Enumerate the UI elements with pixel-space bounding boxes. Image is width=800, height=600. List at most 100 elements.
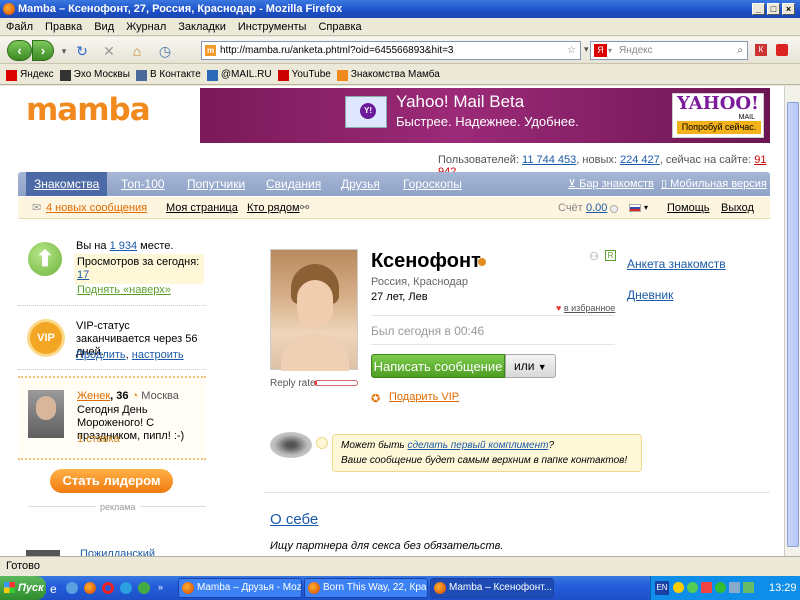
clock[interactable]: 13:29 <box>769 576 797 600</box>
tab-dating[interactable]: Знакомства <box>26 172 108 196</box>
quicklaunch-overflow-icon[interactable]: » <box>158 582 163 592</box>
tray-icon-3[interactable] <box>701 582 712 593</box>
menu-edit[interactable]: Правка <box>39 18 88 36</box>
history-clock-icon[interactable]: ◷ <box>157 43 173 59</box>
minimize-button[interactable]: _ <box>752 3 765 15</box>
bookmark-label: Знакомства Мамба <box>350 69 440 80</box>
media-quicklaunch-icon[interactable] <box>138 582 150 594</box>
diary-link[interactable]: Дневник <box>627 288 673 302</box>
ad-teaser-link[interactable]: Пожилданский <box>80 548 155 556</box>
tab-friends[interactable]: Друзья <box>341 172 380 196</box>
new-messages-link[interactable]: 4 новых сообщения <box>46 197 147 219</box>
menu-bookmarks[interactable]: Закладки <box>172 18 232 36</box>
ie-quicklaunch-icon[interactable]: e <box>50 582 57 596</box>
menu-tools[interactable]: Инструменты <box>232 18 313 36</box>
menu-history[interactable]: Журнал <box>120 18 172 36</box>
logout-link[interactable]: Выход <box>721 197 754 219</box>
tab-dates[interactable]: Свидания <box>266 172 321 196</box>
help-link[interactable]: Помощь <box>667 197 710 219</box>
write-message-button[interactable]: Написать сообщение <box>371 354 505 378</box>
url-input[interactable]: m http://mamba.ru/anketa.phtml?oid=64556… <box>201 41 581 60</box>
tray-icon-2[interactable] <box>687 582 698 593</box>
taskbar-item-born-this-way[interactable]: Born This Way, 22, Крас... <box>304 578 428 598</box>
anketa-link[interactable]: Анкета знакомств <box>627 257 726 271</box>
mamba-logo[interactable]: mamba <box>26 92 151 128</box>
menu-file[interactable]: Файл <box>0 18 39 36</box>
start-button[interactable]: Пуск <box>0 576 46 600</box>
new-users-link[interactable]: 224 427 <box>620 154 660 166</box>
russia-flag-icon[interactable] <box>629 204 641 212</box>
add-favorites[interactable]: ♥ в избранное <box>556 303 615 313</box>
about-heading[interactable]: О себе <box>270 511 318 528</box>
network-tray-icon[interactable] <box>729 582 740 593</box>
bookmark-yandex[interactable]: Яндекс <box>6 65 54 85</box>
tray-icon-1[interactable] <box>673 582 684 593</box>
maximize-button[interactable]: □ <box>767 3 780 15</box>
bookmark-vk[interactable]: В Контакте <box>135 65 201 85</box>
bookmark-youtube[interactable]: YouTube <box>277 65 331 85</box>
vip-extend-link[interactable]: Продлить <box>76 349 126 361</box>
search-engine-dropdown-icon[interactable]: ▾ <box>608 42 612 59</box>
bookmark-star-icon[interactable]: ☆ <box>567 42 576 59</box>
opera-quicklaunch-icon[interactable] <box>102 582 114 594</box>
history-dropdown-icon[interactable]: ▾ <box>56 43 72 59</box>
raise-link[interactable]: Поднять «наверх» <box>77 284 171 296</box>
icq-tray-icon[interactable] <box>715 582 726 593</box>
taskbar-item-ksenofont[interactable]: Mamba – Ксенофонт... <box>430 578 554 598</box>
nearby-link[interactable]: Кто рядом <box>247 197 300 219</box>
more-actions-button[interactable]: или ▼ <box>505 354 556 378</box>
tab-travel-companions[interactable]: Попутчики <box>187 172 245 196</box>
tray-icon-4[interactable] <box>743 582 754 593</box>
rank-link[interactable]: 1 934 <box>110 240 138 252</box>
profile-photo[interactable] <box>270 249 358 371</box>
url-dropdown-icon[interactable]: ▾ <box>584 44 589 55</box>
my-page-link[interactable]: Моя страница <box>166 197 238 219</box>
real-badge-icon[interactable]: R <box>605 250 616 261</box>
first-compliment-link[interactable]: сделать первый комплимент <box>407 440 548 451</box>
vip-settings-link[interactable]: настроить <box>132 349 184 361</box>
stop-icon[interactable]: ✕ <box>101 43 117 59</box>
scrollbar-thumb[interactable] <box>787 102 799 547</box>
adblock-icon[interactable] <box>776 44 788 56</box>
menu-view[interactable]: Вид <box>88 18 120 36</box>
back-button[interactable]: ‹ <box>7 40 32 61</box>
language-dropdown-icon[interactable]: ▾ <box>644 197 648 219</box>
score-label: Счёт <box>558 202 583 214</box>
echo-icon <box>59 70 71 81</box>
page-scrollbar[interactable] <box>784 86 800 556</box>
reload-icon[interactable]: ↻ <box>74 43 90 59</box>
bookmark-mamba[interactable]: Знакомства Мамба <box>336 65 440 85</box>
bookmark-echo[interactable]: Эхо Москвы <box>59 65 130 85</box>
home-icon[interactable]: ⌂ <box>129 43 145 59</box>
yandex-search-icon[interactable]: Я <box>594 44 607 57</box>
users-count-link[interactable]: 11 744 453 <box>522 154 576 166</box>
menu-help[interactable]: Справка <box>312 18 367 36</box>
ad-banner[interactable]: Y! Yahoo! Mail Beta Быстрее. Надежнее. У… <box>200 88 770 143</box>
score-link[interactable]: 0.00 <box>586 197 607 219</box>
search-icon[interactable]: ⌕ <box>737 42 743 59</box>
addon-icon[interactable]: К <box>755 44 767 56</box>
window-titlebar[interactable]: Mamba – Ксенофонт, 27, Россия, Краснодар… <box>0 0 800 18</box>
become-leader-button[interactable]: Стать лидером <box>50 469 173 493</box>
leader-avatar[interactable] <box>28 390 64 438</box>
firefox-quicklaunch-icon[interactable] <box>84 582 96 594</box>
gift-vip-link[interactable]: Подарить VIP <box>389 391 459 403</box>
rank-text: Вы на 1 934 месте. <box>76 240 174 252</box>
dating-bar-link[interactable]: ⊻ Бар знакомств <box>568 172 654 196</box>
desktop-quicklaunch-icon[interactable] <box>66 582 78 594</box>
tab-top100[interactable]: Топ-100 <box>121 172 165 196</box>
camera-icon[interactable]: ⚇ <box>589 250 599 263</box>
banner-cta-button[interactable]: Попробуй сейчас. <box>677 121 761 134</box>
search-input[interactable]: Я ▾ Яндекс ⌕ <box>590 41 748 60</box>
views-count-link[interactable]: 17 <box>77 269 89 281</box>
close-button[interactable]: × <box>782 3 795 15</box>
taskbar-item-friends[interactable]: Mamba – Друзья - Mozill... <box>178 578 302 598</box>
mobile-version-link[interactable]: ▯ Мобильная версия <box>661 172 767 196</box>
bookmark-mailru[interactable]: @MAIL.RU <box>206 65 272 85</box>
tab-horoscopes[interactable]: Гороскопы <box>403 172 462 196</box>
language-indicator[interactable]: EN <box>655 581 669 595</box>
leader-name-link[interactable]: Женек <box>77 390 110 402</box>
skype-quicklaunch-icon[interactable] <box>120 582 132 594</box>
raise-arrow-icon[interactable]: ⬆ <box>28 242 62 276</box>
forward-button[interactable]: › <box>32 40 54 61</box>
